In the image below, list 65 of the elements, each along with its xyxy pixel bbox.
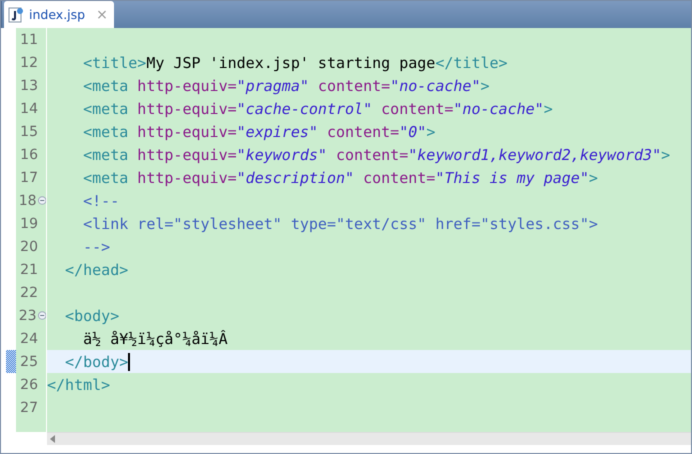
editor-tab[interactable]: index.jsp × [4,1,114,28]
attribute-value: "0" [399,122,426,140]
html-tag: </html> [47,376,110,394]
line-number: 21 [19,262,38,278]
attribute-name: http-equiv= [136,146,237,164]
attribute-value: "pragma" [236,76,309,94]
line-number: 25 [19,354,38,370]
html-tag: <meta [47,100,128,118]
line-number: 27 [19,400,38,416]
attribute-name: content= [362,168,436,186]
attribute-value: "This is my page" [435,168,589,186]
line-number: 17 [19,170,38,186]
line-number: 16 [19,146,38,162]
html-tag: <body> [47,306,120,324]
html-tag: <meta [47,76,128,94]
line-number: 26 [19,376,38,392]
attribute-name: http-equiv= [136,168,237,186]
line-number: 15 [19,124,38,140]
line-number: 14 [19,100,38,116]
attribute-value: "no-cache" [390,76,480,94]
html-tag: <title> [47,54,146,72]
code-comment: <!-- [82,192,120,210]
collapse-icon[interactable] [38,196,46,205]
code-comment: --> [82,238,110,256]
line-number: 12 [19,54,38,70]
attribute-name: content= [316,76,390,94]
html-tag: <meta [47,168,128,186]
code-text: My JSP 'index.jsp' starting page [146,54,436,72]
attribute-value: "no-cache" [453,100,544,118]
html-tag: > [544,100,553,118]
attribute-name: content= [380,100,454,118]
attribute-name: http-equiv= [136,76,237,94]
line-number: 13 [19,78,38,94]
attribute-value: "keyword1,keyword2,keyword3" [408,146,662,164]
line-number: 22 [19,284,38,300]
attribute-name: content= [326,122,400,140]
attribute-name: content= [334,146,408,164]
html-tag: > [426,122,436,140]
attribute-value: "cache-control" [236,100,372,118]
line-number: 23 [18,308,37,324]
attribute-value: "keywords" [236,146,327,164]
scroll-left-icon[interactable] [50,435,56,443]
attribute-value: "description" [236,168,354,186]
attribute-name: http-equiv= [136,100,237,118]
code-comment: <link rel="stylesheet" type="text/css" href="styles.css"> [82,214,598,232]
text-cursor [128,352,130,370]
html-tag: <meta [47,146,128,164]
html-tag: </head> [47,260,128,278]
jsp-file-icon [8,6,24,22]
line-number: 11 [19,32,38,48]
html-tag: </title> [435,54,508,72]
horizontal-scrollbar[interactable] [47,432,691,445]
html-tag: > [588,168,598,186]
line-number: 20 [19,238,38,254]
line-number: 19 [19,216,38,232]
attribute-value: "expires" [236,122,318,140]
html-tag: > [480,76,490,94]
html-tag: </body> [47,352,128,370]
html-tag: <meta [47,122,128,140]
collapse-icon[interactable] [38,311,46,320]
code-text: ä½ å¥½ï¼çå°¼åï¼Â [82,330,228,348]
line-number: 24 [19,330,38,346]
line-number: 18 [18,192,37,208]
html-tag: > [661,146,670,164]
attribute-name: http-equiv= [136,122,237,140]
